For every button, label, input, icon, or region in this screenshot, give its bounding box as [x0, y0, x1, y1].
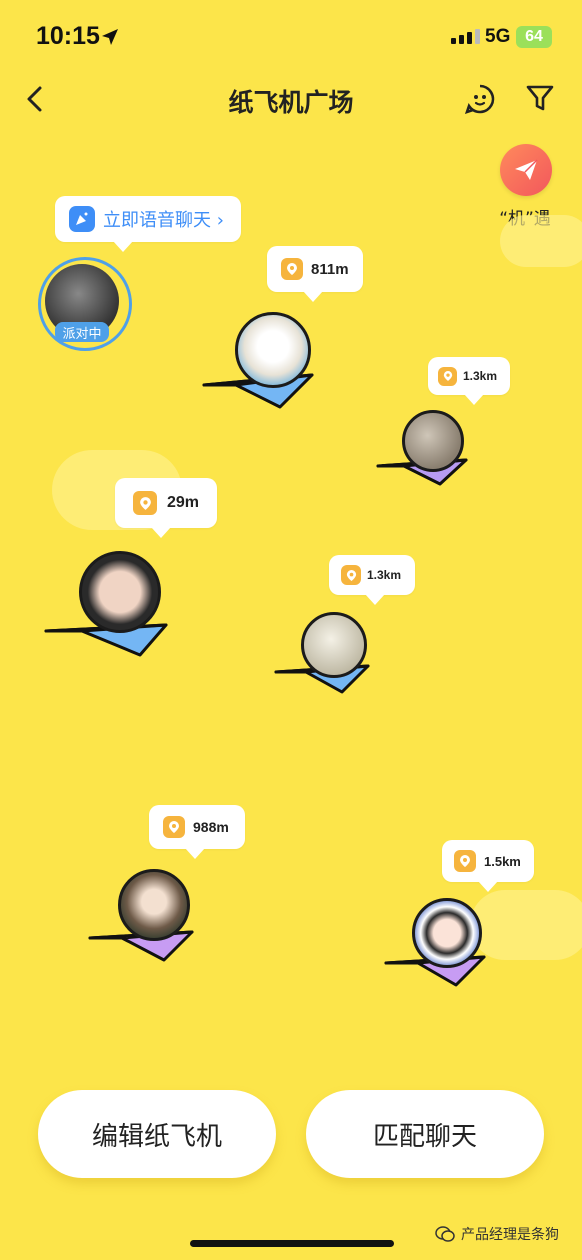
distance-label: 29m [167, 494, 200, 511]
avatar[interactable] [301, 612, 367, 678]
distance-bubble: 1.3km [428, 357, 510, 405]
location-pin-icon [133, 491, 157, 515]
home-indicator[interactable] [190, 1240, 394, 1247]
distance-label: 1.5km [484, 853, 521, 869]
match-chat-button[interactable]: 匹配聊天 [306, 1090, 544, 1178]
encounter-button[interactable] [500, 144, 552, 196]
avatar[interactable] [402, 410, 464, 472]
battery-indicator: 64 [516, 26, 552, 48]
location-pin-icon [341, 565, 361, 585]
distance-label: 811m [311, 260, 349, 278]
filter-icon[interactable] [525, 83, 555, 113]
distance-bubble: 988m [149, 805, 245, 859]
chat-face-icon[interactable] [464, 83, 496, 115]
paper-plane-icon [515, 159, 538, 180]
location-pin-icon [163, 816, 185, 838]
status-time: 10:15 [36, 22, 100, 50]
voice-chat-label: 立即语音聊天 › [103, 210, 224, 231]
voice-chat-button[interactable]: 立即语音聊天 › [55, 196, 241, 252]
party-badge: 派对中 [55, 322, 109, 342]
watermark: 产品经理是条狗 [435, 1224, 559, 1244]
watermark-text: 产品经理是条狗 [461, 1227, 559, 1243]
location-pin-icon [281, 258, 303, 280]
location-pin-icon [438, 366, 457, 386]
cloud-decoration [500, 215, 582, 267]
distance-bubble: 811m [267, 246, 363, 302]
signal-icon [451, 29, 480, 44]
avatar[interactable] [412, 898, 482, 968]
wechat-icon [435, 1226, 455, 1242]
avatar[interactable] [235, 312, 311, 388]
distance-bubble: 1.5km [442, 840, 534, 892]
party-popper-icon [69, 206, 95, 232]
distance-label: 1.3km [463, 369, 498, 383]
distance-label: 988m [193, 819, 229, 835]
distance-label: 1.3km [367, 568, 402, 582]
distance-bubble: 29m [115, 478, 217, 538]
location-pin-icon [454, 850, 476, 872]
avatar[interactable] [79, 551, 161, 633]
network-type: 5G [485, 26, 511, 47]
edit-paper-plane-button[interactable]: 编辑纸飞机 [38, 1090, 276, 1178]
distance-bubble: 1.3km [329, 555, 415, 605]
location-arrow-icon [102, 29, 118, 45]
avatar[interactable] [118, 869, 190, 941]
